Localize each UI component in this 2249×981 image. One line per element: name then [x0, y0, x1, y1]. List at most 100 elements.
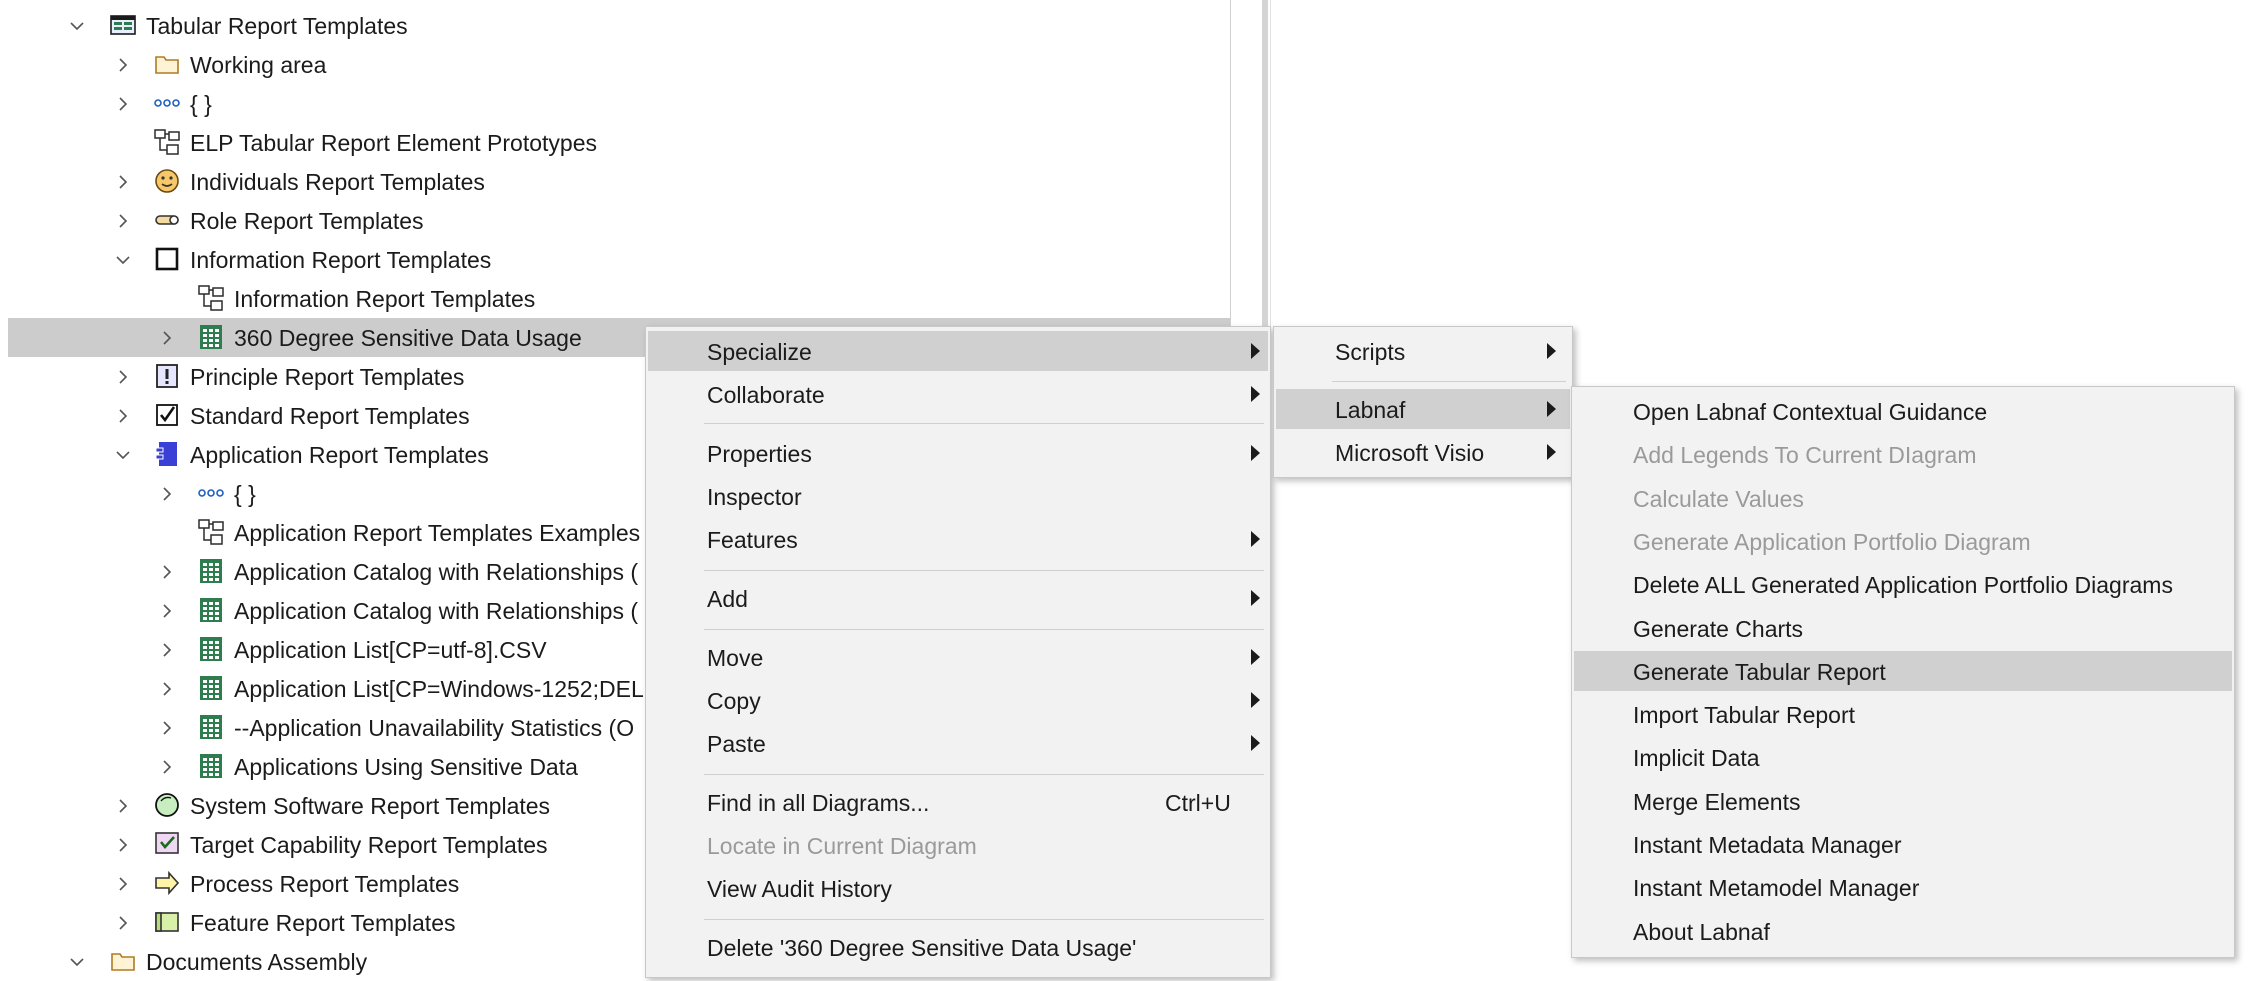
- menu-item-delete-all-generated-application-portfolio-diagrams[interactable]: Delete ALL Generated Application Portfol…: [1574, 564, 2232, 604]
- chevron-right-icon[interactable]: [156, 318, 178, 357]
- menu-item-add[interactable]: Add: [648, 578, 1268, 618]
- package-tabular-icon: [108, 10, 138, 40]
- tree-item[interactable]: Individuals Report Templates: [8, 162, 1230, 201]
- tree-item-label: Application List[CP=Windows-1252;DEL: [234, 676, 644, 702]
- menu-item-import-tabular-report[interactable]: Import Tabular Report: [1574, 694, 2232, 734]
- tree-item-label: --Application Unavailability Statistics …: [234, 715, 635, 741]
- menu-item-label: Add Legends To Current DIagram: [1633, 442, 1977, 469]
- submenu-arrow-icon: [1547, 444, 1556, 460]
- chevron-right-icon[interactable]: [156, 669, 178, 708]
- chevron-right-icon[interactable]: [112, 903, 134, 942]
- menu-item-label: Instant Metamodel Manager: [1633, 875, 1920, 902]
- menu-separator: [704, 629, 1264, 630]
- tree-item-label: Role Report Templates: [190, 208, 424, 234]
- menu-item-microsoft-visio[interactable]: Microsoft Visio: [1276, 432, 1570, 472]
- menu-item-properties[interactable]: Properties: [648, 433, 1268, 473]
- chevron-right-icon[interactable]: [156, 474, 178, 513]
- menu-item-features[interactable]: Features: [648, 519, 1268, 559]
- tree-item-label: Information Report Templates: [234, 286, 536, 312]
- menu-item-label: Inspector: [707, 484, 802, 510]
- menu-item-label: Features: [707, 527, 798, 553]
- tree-item[interactable]: Working area: [8, 45, 1230, 84]
- tree-item-label: Principle Report Templates: [190, 364, 465, 390]
- principle-icon: [152, 361, 182, 391]
- tree-item-label: Application List[CP=utf-8].CSV: [234, 637, 547, 663]
- tree-item-label: Tabular Report Templates: [146, 13, 408, 39]
- menu-item-label: Properties: [707, 441, 812, 467]
- menu-item-label: Find in all Diagrams...: [707, 790, 930, 816]
- specialize-submenu: Scripts Labnaf Microsoft Visio: [1273, 326, 1573, 478]
- menu-item-merge-elements[interactable]: Merge Elements: [1574, 781, 2232, 821]
- chevron-right-icon[interactable]: [156, 552, 178, 591]
- tree-item[interactable]: { }: [8, 84, 1230, 123]
- chevron-right-icon[interactable]: [112, 396, 134, 435]
- tree-item-label: Feature Report Templates: [190, 910, 456, 936]
- menu-item-open-labnaf-contextual-guidance[interactable]: Open Labnaf Contextual Guidance: [1574, 391, 2232, 431]
- menu-item-generate-tabular-report[interactable]: Generate Tabular Report: [1574, 650, 2232, 691]
- tree-item[interactable]: Tabular Report Templates: [8, 6, 1230, 45]
- menu-item-about-labnaf[interactable]: About Labnaf: [1574, 911, 2232, 951]
- chevron-down-icon[interactable]: [66, 942, 88, 981]
- chevron-right-icon[interactable]: [112, 864, 134, 903]
- menu-item-label: Open Labnaf Contextual Guidance: [1633, 399, 1988, 425]
- menu-item-shortcut: Ctrl+U: [1165, 790, 1231, 816]
- process-arrow-icon: [152, 868, 182, 898]
- menu-item-inspector[interactable]: Inspector: [648, 476, 1268, 516]
- menu-item-label: Collaborate: [707, 382, 825, 408]
- tree-item[interactable]: Role Report Templates: [8, 201, 1230, 240]
- chevron-right-icon[interactable]: [112, 84, 134, 123]
- ellipsis-icon: [196, 478, 226, 508]
- chevron-right-icon[interactable]: [112, 162, 134, 201]
- menu-item-paste[interactable]: Paste: [648, 723, 1268, 763]
- chevron-right-icon[interactable]: [156, 747, 178, 786]
- tree-item[interactable]: Information Report Templates: [8, 279, 1230, 318]
- table-grid-icon: [196, 595, 226, 625]
- diagram-icon: [196, 517, 226, 547]
- chevron-down-icon[interactable]: [112, 240, 134, 279]
- chevron-right-icon[interactable]: [156, 630, 178, 669]
- menu-item-view-audit-history[interactable]: View Audit History: [648, 868, 1268, 908]
- chevron-right-icon[interactable]: [156, 708, 178, 747]
- menu-item-scripts[interactable]: Scripts: [1276, 331, 1570, 371]
- diagram-icon: [152, 127, 182, 157]
- menu-item-label: Paste: [707, 731, 766, 757]
- submenu-arrow-icon: [1251, 735, 1260, 751]
- menu-item-copy[interactable]: Copy: [648, 680, 1268, 720]
- table-grid-icon: [196, 712, 226, 742]
- role-icon: [152, 205, 182, 235]
- chevron-down-icon[interactable]: [66, 6, 88, 45]
- chevron-right-icon[interactable]: [112, 825, 134, 864]
- menu-separator: [704, 423, 1264, 424]
- menu-item-generate-charts[interactable]: Generate Charts: [1574, 608, 2232, 648]
- menu-item-label: Copy: [707, 688, 761, 714]
- menu-item-labnaf[interactable]: Labnaf: [1276, 389, 1570, 429]
- menu-item-calculate-values: Calculate Values: [1574, 478, 2232, 518]
- menu-item-instant-metamodel-manager[interactable]: Instant Metamodel Manager: [1574, 867, 2232, 907]
- menu-item-add-legends-to-current-diagram: Add Legends To Current DIagram: [1574, 434, 2232, 474]
- tree-item[interactable]: Information Report Templates: [8, 240, 1230, 279]
- chevron-right-icon[interactable]: [112, 45, 134, 84]
- menu-item-label: About Labnaf: [1633, 918, 1770, 945]
- menu-item-specialize[interactable]: Specialize: [648, 331, 1268, 371]
- menu-separator: [704, 774, 1264, 775]
- submenu-arrow-icon: [1251, 343, 1260, 359]
- circle-icon: [152, 790, 182, 820]
- chevron-right-icon[interactable]: [156, 591, 178, 630]
- chevron-right-icon[interactable]: [112, 357, 134, 396]
- tree-item-label: Applications Using Sensitive Data: [234, 754, 578, 780]
- tree-item-label: Application Catalog with Relationships (: [234, 598, 638, 624]
- chevron-down-icon[interactable]: [112, 435, 134, 474]
- menu-item-instant-metadata-manager[interactable]: Instant Metadata Manager: [1574, 824, 2232, 864]
- menu-item-label: Delete ALL Generated Application Portfol…: [1633, 572, 2173, 599]
- ellipsis-icon: [152, 88, 182, 118]
- chevron-right-icon[interactable]: [112, 201, 134, 240]
- menu-item-move[interactable]: Move: [648, 637, 1268, 677]
- tree-item[interactable]: ELP Tabular Report Element Prototypes: [8, 123, 1230, 162]
- menu-item-implicit-data[interactable]: Implicit Data: [1574, 737, 2232, 777]
- submenu-arrow-icon: [1251, 692, 1260, 708]
- menu-item-collaborate[interactable]: Collaborate: [648, 374, 1268, 414]
- menu-item-find-in-all-diagrams[interactable]: Find in all Diagrams... Ctrl+U: [648, 782, 1268, 822]
- submenu-arrow-icon: [1251, 649, 1260, 665]
- chevron-right-icon[interactable]: [112, 786, 134, 825]
- menu-item-delete[interactable]: Delete '360 Degree Sensitive Data Usage': [648, 927, 1268, 967]
